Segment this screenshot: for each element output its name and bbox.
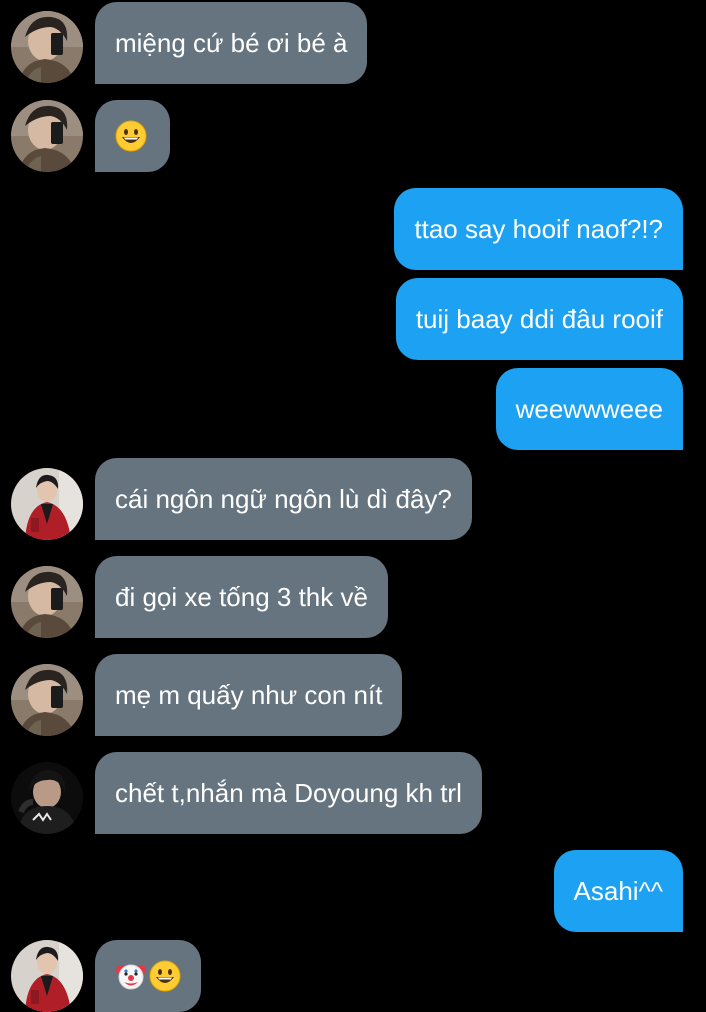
message-text: cái ngôn ngữ ngôn lù dì đây? [115, 483, 452, 514]
avatar-image [11, 940, 83, 1012]
incoming-message[interactable]: miệng cứ bé ơi bé à [95, 2, 368, 84]
avatar-image [11, 566, 83, 638]
red-jacket-avatar[interactable] [11, 468, 83, 540]
incoming-message[interactable]: mẹ m quấy như con nít [95, 654, 403, 736]
emoji-group [115, 120, 147, 152]
incoming-message[interactable] [95, 940, 201, 1012]
incoming-message[interactable] [95, 100, 170, 172]
message-text: chết t,nhắn mà Doyoung kh trl [115, 777, 462, 808]
avatar-image [11, 11, 83, 83]
incoming-message[interactable]: chết t,nhắn mà Doyoung kh trl [95, 752, 482, 834]
outgoing-message[interactable]: ttao say hooif naof?!? [394, 188, 683, 270]
outgoing-message[interactable]: tuij baay ddi đâu rooif [395, 278, 683, 360]
mirror-selfie-avatar[interactable] [11, 11, 83, 83]
outgoing-message[interactable]: weewwweee [495, 368, 683, 450]
grinning-face-icon [149, 960, 181, 992]
grinning-face-icon [115, 120, 147, 152]
avatar-image [11, 762, 83, 834]
red-jacket-avatar[interactable] [11, 940, 83, 1012]
mirror-selfie-avatar[interactable] [11, 100, 83, 172]
message-text: Asahi^^ [573, 875, 663, 906]
avatar-image [11, 664, 83, 736]
avatar-image [11, 468, 83, 540]
incoming-message[interactable]: cái ngôn ngữ ngôn lù dì đây? [95, 458, 472, 540]
incoming-message[interactable]: đi gọi xe tống 3 thk về [95, 556, 388, 638]
mirror-selfie-avatar[interactable] [11, 566, 83, 638]
message-text: mẹ m quấy như con nít [115, 679, 383, 710]
mirror-selfie-avatar[interactable] [11, 664, 83, 736]
message-text: đi gọi xe tống 3 thk về [115, 581, 368, 612]
clown-face-icon [115, 960, 147, 992]
chat-thread: miệng cứ bé ơi bé à ttao say hooif naof?… [0, 0, 706, 1012]
message-text: miệng cứ bé ơi bé à [115, 27, 348, 58]
emoji-group [115, 960, 181, 992]
message-text: tuij baay ddi đâu rooif [415, 303, 663, 334]
avatar-image [11, 100, 83, 172]
message-text: ttao say hooif naof?!? [414, 213, 663, 244]
outgoing-message[interactable]: Asahi^^ [553, 850, 683, 932]
dark-hoodie-avatar[interactable] [11, 762, 83, 834]
message-text: weewwweee [515, 393, 663, 424]
